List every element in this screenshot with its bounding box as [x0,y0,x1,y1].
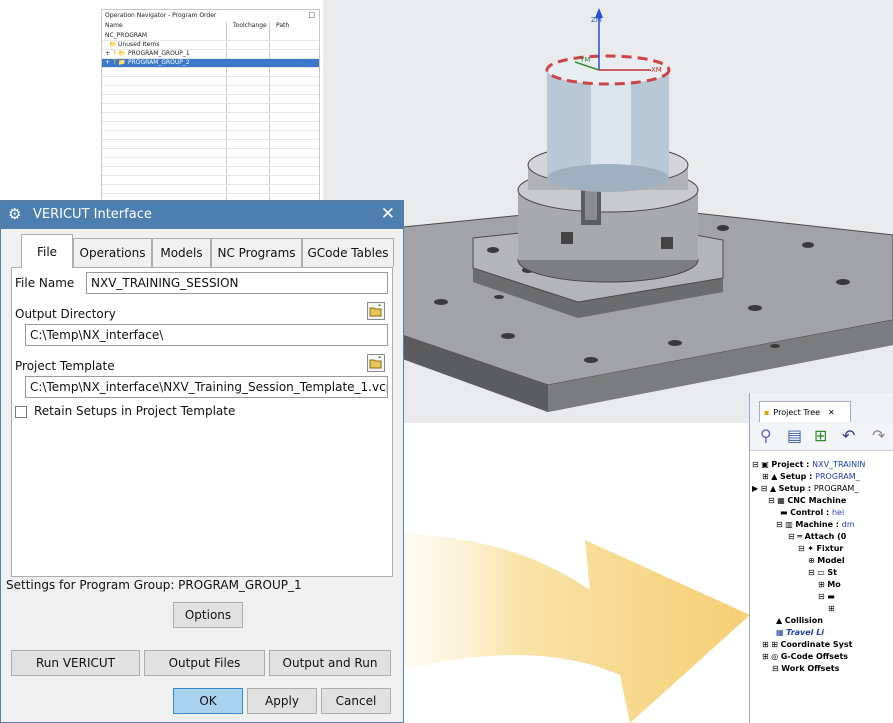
expand-icon[interactable]: + [105,50,110,58]
zm-axis-label: ZM [591,16,602,24]
tree-node-coordinate-systems[interactable]: ⊞ ⊞ Coordinate Syst [762,640,852,650]
tree-node-attach[interactable]: ⊟ ═ Attach (0 [788,532,846,542]
tree-row-label: NC_PROGRAM [105,32,148,39]
browse-folder-icon[interactable] [367,354,385,372]
tree-node-stock[interactable]: ⊟ ▭ St [808,568,837,578]
folder-icon: 📁 [118,59,126,66]
operation-navigator: Operation Navigator - Program Order □ Na… [101,9,320,207]
column-name[interactable]: Name [105,22,123,29]
tab-nc-programs[interactable]: NC Programs [211,238,302,267]
graphics-viewport[interactable]: ZM YM XM [322,0,893,423]
output-directory-label: Output Directory [15,307,116,321]
tree-node-setup-selected[interactable]: ▶ ⊟ ▲ Setup : PROGRAM_ [752,484,858,494]
gear-icon: ⚙ [8,205,22,223]
expand-icon[interactable]: + [105,59,110,67]
tree-node-model-2[interactable]: ⊞ Mo [818,580,841,590]
maximize-icon[interactable]: □ [308,11,315,19]
tree-row[interactable]: 📁 Unused Items [102,41,319,50]
tree-node-work-offsets[interactable]: ⊟ Work Offsets [772,664,839,674]
tree-node-collision[interactable]: ▲ Collision [776,616,823,626]
tree-row-selected[interactable]: + ? 📁 PROGRAM_GROUP_2 [102,59,319,68]
tree-node-model[interactable]: ⊕ Model [808,556,845,566]
project-template-field[interactable]: C:\Temp\NX_interface\NXV_Training_Sessio… [25,376,388,398]
output-and-run-button[interactable]: Output and Run [269,650,391,676]
retain-setups-label: Retain Setups in Project Template [34,404,236,418]
ok-button[interactable]: OK [173,688,243,714]
program-icon: ? [113,50,117,57]
close-icon[interactable]: ✕ [381,204,395,224]
retain-setups-checkbox[interactable] [15,406,27,418]
project-tree-toolbar: ⚲ ▤ ⊞ ↶ ↷ [750,423,893,451]
tree-row-label: PROGRAM_GROUP_1 [128,50,190,57]
tree-node-leaf[interactable]: ⊞ [828,604,835,614]
tree-node-control[interactable]: ▬ Control : hei [780,508,844,518]
pointer-icon[interactable]: ⚲ [760,426,772,445]
tab-models[interactable]: Models [152,238,211,267]
tree-row-label: Unused Items [118,41,160,48]
machine-model: ZM YM XM [322,8,893,412]
run-vericut-button[interactable]: Run VERICUT [11,650,140,676]
tree-node-cnc-machine[interactable]: ⊟ ▦ CNC Machine [768,496,846,506]
xm-axis-label: XM [651,66,662,74]
browse-folder-icon[interactable] [367,302,385,320]
redo-icon[interactable]: ↷ [872,426,885,445]
add-icon[interactable]: ⊞ [814,426,827,445]
tree-row-label: PROGRAM_GROUP_2 [128,59,190,66]
folder-icon: 📁 [109,41,117,48]
cancel-button[interactable]: Cancel [321,688,391,714]
tree-node-project[interactable]: ⊟ ▣ Project : NXV_TRAININ [752,460,865,470]
column-toolchange[interactable]: Toolchange [233,22,267,29]
tree-node-gcode-offsets[interactable]: ⊞ ◎ G-Code Offsets [762,652,848,662]
project-tree-icon: ▪ [764,407,770,417]
project-template-label: Project Template [15,359,115,373]
output-files-button[interactable]: Output Files [144,650,265,676]
tree-node-setup[interactable]: ⊞ ▲ Setup : PROGRAM_ [762,472,860,482]
tree-row[interactable]: + ? 📁 PROGRAM_GROUP_1 [102,50,319,59]
dialog-title: VERICUT Interface [33,207,152,222]
file-tab-panel: File Name NXV_TRAINING_SESSION Output Di… [11,267,393,577]
output-directory-field[interactable]: C:\Temp\NX_interface\ [25,324,388,346]
tab-operations[interactable]: Operations [73,238,152,267]
tab-file[interactable]: File [21,234,73,268]
close-icon[interactable]: ✕ [828,408,835,417]
properties-icon[interactable]: ▤ [787,426,802,445]
operation-navigator-title: Operation Navigator - Program Order [105,12,217,19]
folder-icon: 📁 [118,50,126,57]
project-tree-tab-label: Project Tree [773,407,821,417]
ym-axis-label: YM [579,56,590,64]
tree-node-travel-limits[interactable]: ▦ Travel Li [776,628,824,638]
settings-text: Settings for Program Group: PROGRAM_GROU… [6,578,302,592]
apply-button[interactable]: Apply [247,688,317,714]
dialog-titlebar[interactable]: ⚙ VERICUT Interface ✕ [1,201,403,229]
tab-gcode-tables[interactable]: GCode Tables [302,238,394,267]
tree-node-component[interactable]: ⊟ ▬ [818,592,835,602]
options-button[interactable]: Options [173,602,243,628]
tab-project-tree[interactable]: ▪ Project Tree ✕ [759,401,851,422]
program-icon: ? [113,59,117,66]
file-name-label: File Name [15,276,75,290]
operation-navigator-header: Name Toolchange Path [104,22,317,30]
tree-row[interactable]: NC_PROGRAM [102,32,319,41]
tree-node-machine[interactable]: ⊟ ▥ Machine : dm [776,520,855,530]
column-path[interactable]: Path [276,22,289,29]
vericut-interface-dialog: ⚙ VERICUT Interface ✕ File Operations Mo… [0,200,404,723]
project-tree-panel: ▪ Project Tree ✕ ⚲ ▤ ⊞ ↶ ↷ ⊟ ▣ Project :… [749,393,893,723]
file-name-field[interactable]: NXV_TRAINING_SESSION [86,272,388,294]
tree-node-fixture[interactable]: ⊟ ✦ Fixtur [798,544,843,554]
undo-icon[interactable]: ↶ [842,426,855,445]
